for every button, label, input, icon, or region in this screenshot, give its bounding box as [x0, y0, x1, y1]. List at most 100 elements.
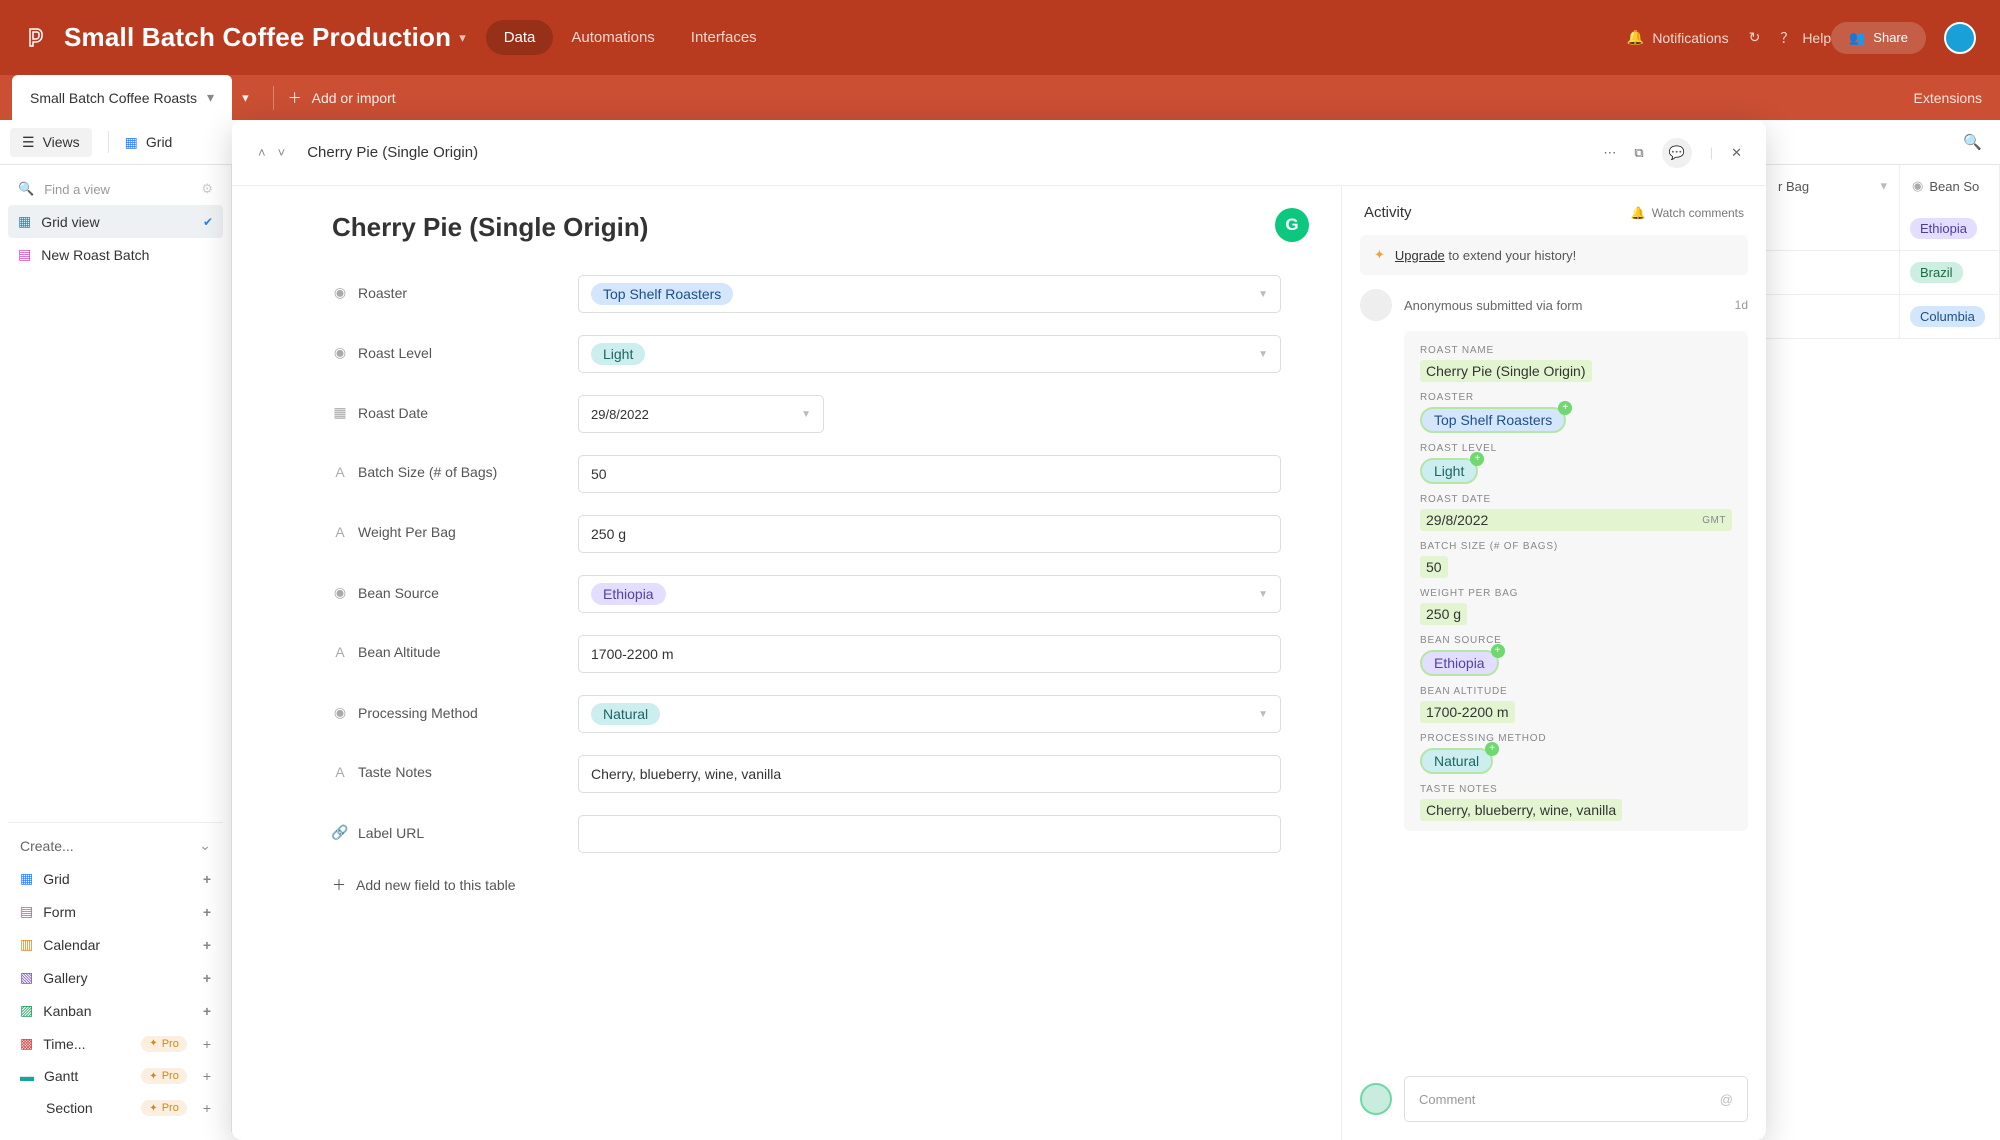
- create-form[interactable]: ▤Form+: [12, 895, 219, 928]
- column-header[interactable]: r Bag▾: [1766, 165, 1900, 207]
- account-avatar[interactable]: [1944, 22, 1976, 54]
- self-avatar: [1360, 1083, 1392, 1115]
- field-roaster: ◉Roaster Top Shelf Roasters ▼: [332, 275, 1281, 313]
- find-view-input[interactable]: 🔍 Find a view ⚙: [8, 173, 223, 205]
- grid-icon: ▦: [18, 213, 31, 230]
- roast-date-input[interactable]: 29/8/2022 ▼: [578, 395, 824, 433]
- label-url-input[interactable]: [578, 815, 1281, 853]
- pill-value: Ethiopia: [591, 583, 666, 605]
- add-or-import-button[interactable]: ＋Add or import: [288, 88, 396, 108]
- comments-toggle[interactable]: 💬: [1662, 138, 1692, 168]
- calendar-icon: ▥: [20, 936, 33, 953]
- prev-record-button[interactable]: ˄: [252, 141, 272, 164]
- base-title[interactable]: Small Batch Coffee Production: [64, 22, 451, 53]
- create-gantt[interactable]: ▬GanttPro+: [12, 1060, 219, 1092]
- pro-badge: Pro: [141, 1100, 187, 1116]
- create-section[interactable]: SectionPro+: [12, 1092, 219, 1124]
- help-button[interactable]: ？Help: [1780, 28, 1831, 48]
- plus-icon[interactable]: +: [203, 1068, 211, 1084]
- field-bean-altitude: ABean Altitude 1700-2200 m: [332, 635, 1281, 673]
- history-button[interactable]: ↻: [1749, 29, 1761, 46]
- check-icon: ✔: [203, 215, 213, 229]
- activity-author: Anonymous submitted via form: [1404, 298, 1582, 313]
- chevron-down-icon[interactable]: ▾: [1880, 178, 1887, 194]
- watch-comments-button[interactable]: 🔔Watch comments: [1631, 206, 1744, 220]
- expand-icon[interactable]: ⧉: [1634, 145, 1643, 161]
- create-calendar[interactable]: ▥Calendar+: [12, 928, 219, 961]
- plus-icon[interactable]: +: [203, 1036, 211, 1052]
- form-icon: ▤: [20, 903, 33, 920]
- settings-icon[interactable]: ⚙: [201, 181, 213, 197]
- record-modal: ˄ ˅ Cherry Pie (Single Origin) ⋯ ⧉ 💬 | ✕…: [232, 120, 1766, 1140]
- nav-data[interactable]: Data: [486, 20, 554, 55]
- comment-input[interactable]: Comment @: [1404, 1076, 1748, 1122]
- create-toggle[interactable]: Create... ⌄: [12, 829, 219, 862]
- added-badge-icon: +: [1491, 644, 1505, 658]
- batch-size-input[interactable]: 50: [578, 455, 1281, 493]
- chevron-down-icon[interactable]: ▾: [207, 89, 214, 106]
- upgrade-banner[interactable]: ✦ Upgrade to extend your history!: [1360, 235, 1748, 275]
- current-view-chip[interactable]: ▦ Grid: [125, 134, 173, 151]
- share-button[interactable]: 👥Share: [1831, 22, 1926, 54]
- field-processing-method: ◉Processing Method Natural ▼: [332, 695, 1281, 733]
- activity-pill: Light: [1420, 458, 1478, 484]
- sidebar-view-grid[interactable]: ▦ Grid view ✔: [8, 205, 223, 238]
- mention-icon[interactable]: @: [1720, 1092, 1733, 1107]
- field-batch-size: ABatch Size (# of Bags) 50: [332, 455, 1281, 493]
- plus-icon[interactable]: +: [203, 970, 211, 986]
- plus-icon[interactable]: +: [203, 1100, 211, 1116]
- activity-pill: Top Shelf Roasters: [1420, 407, 1566, 433]
- nav-automations[interactable]: Automations: [553, 20, 672, 55]
- views-toggle[interactable]: ☰Views: [10, 128, 92, 157]
- select-icon: ◉: [332, 344, 348, 361]
- field-label-url: 🔗Label URL: [332, 815, 1281, 853]
- nav-interfaces[interactable]: Interfaces: [673, 20, 775, 55]
- weight-input[interactable]: 250 g: [578, 515, 1281, 553]
- processing-method-select[interactable]: Natural ▼: [578, 695, 1281, 733]
- taste-notes-input[interactable]: Cherry, blueberry, wine, vanilla: [578, 755, 1281, 793]
- chevron-down-icon[interactable]: ▾: [459, 30, 466, 46]
- next-record-button[interactable]: ˅: [272, 141, 292, 164]
- cell-tag[interactable]: Brazil: [1910, 262, 1963, 283]
- upgrade-link[interactable]: Upgrade: [1395, 248, 1445, 263]
- search-icon: 🔍: [1963, 134, 1982, 151]
- cell-tag[interactable]: Columbia: [1910, 306, 1985, 327]
- table-tab-active[interactable]: Small Batch Coffee Roasts ▾: [12, 75, 232, 120]
- close-icon[interactable]: ✕: [1731, 145, 1742, 161]
- cell-tag[interactable]: Ethiopia: [1910, 218, 1977, 239]
- bell-icon: 🔔: [1627, 29, 1644, 46]
- table-tab-dropdown[interactable]: ▾: [232, 84, 259, 112]
- record-title[interactable]: Cherry Pie (Single Origin): [332, 212, 1281, 243]
- plus-icon[interactable]: +: [203, 937, 211, 953]
- chevron-down-icon: ▼: [1258, 709, 1268, 720]
- activity-avatar: [1360, 289, 1392, 321]
- search-icon: 🔍: [18, 181, 34, 197]
- search-button[interactable]: 🔍: [1963, 133, 1990, 151]
- extensions-button[interactable]: Extensions: [1914, 90, 1982, 106]
- plus-icon[interactable]: +: [203, 1003, 211, 1019]
- gallery-icon: ▧: [20, 969, 33, 986]
- activity-card: ROAST NAME Cherry Pie (Single Origin) RO…: [1404, 331, 1748, 831]
- roast-level-select[interactable]: Light ▼: [578, 335, 1281, 373]
- create-gallery[interactable]: ▧Gallery+: [12, 961, 219, 994]
- bean-source-select[interactable]: Ethiopia ▼: [578, 575, 1281, 613]
- column-header[interactable]: ◉Bean So: [1900, 165, 2000, 207]
- sparkle-icon: ✦: [1374, 247, 1385, 263]
- add-field-button[interactable]: ＋ Add new field to this table: [332, 875, 1281, 895]
- roaster-select[interactable]: Top Shelf Roasters ▼: [578, 275, 1281, 313]
- create-kanban[interactable]: ▨Kanban+: [12, 994, 219, 1027]
- link-icon: 🔗: [332, 824, 348, 841]
- sidebar-view-form[interactable]: ▤ New Roast Batch: [8, 238, 223, 271]
- select-icon: ◉: [332, 584, 348, 601]
- plus-icon[interactable]: +: [203, 904, 211, 920]
- bean-altitude-input[interactable]: 1700-2200 m: [578, 635, 1281, 673]
- form-icon: ▤: [18, 246, 31, 263]
- views-sidebar: 🔍 Find a view ⚙ ▦ Grid view ✔ ▤ New Roas…: [0, 165, 232, 1132]
- more-icon[interactable]: ⋯: [1603, 145, 1616, 161]
- chevron-down-icon: ▼: [1258, 289, 1268, 300]
- create-timeline[interactable]: ▩Time...Pro+: [12, 1027, 219, 1060]
- history-icon: ↻: [1749, 29, 1761, 46]
- notifications-button[interactable]: 🔔Notifications: [1627, 29, 1729, 46]
- plus-icon[interactable]: +: [203, 871, 211, 887]
- create-grid[interactable]: ▦Grid+: [12, 862, 219, 895]
